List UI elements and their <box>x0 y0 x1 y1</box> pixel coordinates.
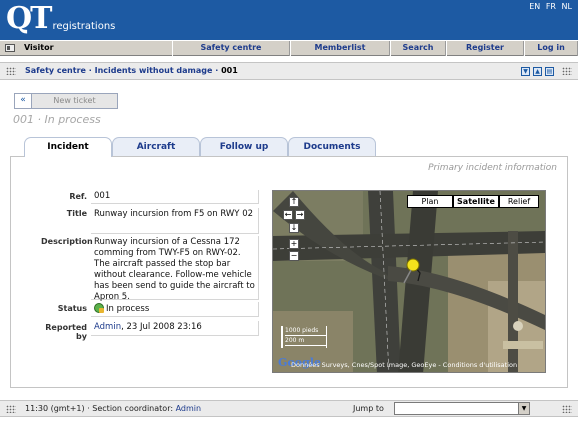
footer-separator: · <box>87 404 90 413</box>
title-value: Runway incursion from F5 on RWY 02 <box>91 208 259 234</box>
jump-to-label: Jump to <box>353 404 384 413</box>
status-text: In process <box>106 304 150 314</box>
zoom-out-icon[interactable]: − <box>289 251 299 261</box>
user-card-icon <box>5 44 15 52</box>
lang-fr[interactable]: FR <box>546 2 556 11</box>
map-mode-satellite[interactable]: Satellite <box>453 195 499 208</box>
panel-heading: Primary incident information <box>428 163 557 173</box>
breadcrumb-current: 001 <box>221 66 238 75</box>
footer-info: 11:30 (gmt+1) · Section coordinator: Adm… <box>25 404 201 413</box>
nav-safety-centre[interactable]: Safety centre <box>172 41 290 56</box>
pan-up-icon[interactable]: ↑ <box>289 197 299 207</box>
back-button[interactable]: « <box>15 94 32 108</box>
nav-login[interactable]: Log in <box>524 41 578 56</box>
move-up-icon[interactable]: ▲ <box>533 67 542 76</box>
tab-documents[interactable]: Documents <box>288 137 376 156</box>
reported-by-label: Reported by <box>45 323 87 341</box>
nav-memberlist[interactable]: Memberlist <box>290 41 390 56</box>
breadcrumb-separator: · <box>88 66 92 75</box>
move-down-icon[interactable]: ▼ <box>521 67 530 76</box>
print-icon[interactable]: ▤ <box>545 67 554 76</box>
tab-follow-up[interactable]: Follow up <box>200 137 288 156</box>
tab-incident[interactable]: Incident <box>24 137 112 157</box>
new-ticket-control: « New ticket <box>14 93 118 109</box>
map-scale: 1000 pieds 200 m <box>281 326 327 348</box>
jump-to-select[interactable]: ▼ <box>394 402 530 415</box>
scale-feet: 1000 pieds <box>285 327 319 334</box>
main-nav: Visitor Safety centre Memberlist Search … <box>0 40 578 56</box>
status-in-process-icon <box>94 303 104 313</box>
nav-register[interactable]: Register <box>446 41 524 56</box>
breadcrumb-incidents[interactable]: Incidents without damage <box>95 66 213 75</box>
reporter-link[interactable]: Admin <box>94 322 121 332</box>
breadcrumb-safety-centre[interactable]: Safety centre <box>25 66 86 75</box>
description-label: Description <box>41 237 93 246</box>
description-value: Runway incursion of a Cessna 172 comming… <box>91 236 259 302</box>
visitor-indicator: Visitor <box>0 41 172 56</box>
server-time: 11:30 (gmt+1) <box>25 404 85 413</box>
visitor-label: Visitor <box>24 43 54 52</box>
site-logo[interactable]: QT registrations <box>6 2 115 36</box>
logo-text: registrations <box>52 21 116 32</box>
incident-panel: Primary incident information Ref. 001 Ti… <box>10 156 568 388</box>
reported-date: , 23 Jul 2008 23:16 <box>121 322 202 332</box>
page-actions: ▼ ▲ ▤ <box>518 66 554 76</box>
language-switcher: EN FR NL <box>526 2 572 11</box>
pan-left-icon[interactable]: ← <box>283 210 293 220</box>
drag-grip-icon <box>6 67 16 75</box>
site-header: QT registrations EN FR NL <box>0 0 578 40</box>
map-mode-plan[interactable]: Plan <box>407 195 453 208</box>
status-label: Status <box>57 304 87 313</box>
drag-grip-icon <box>562 67 572 75</box>
lang-en[interactable]: EN <box>529 2 540 11</box>
drag-grip-icon <box>562 405 572 413</box>
nav-search[interactable]: Search <box>390 41 446 56</box>
chevron-down-icon[interactable]: ▼ <box>518 403 529 414</box>
title-label: Title <box>66 209 87 218</box>
reported-by-value: Admin, 23 Jul 2008 23:16 <box>91 321 259 336</box>
scale-meters: 200 m <box>285 335 326 346</box>
lang-nl[interactable]: NL <box>562 2 572 11</box>
coordinator-label: Section coordinator: <box>92 404 174 413</box>
new-ticket-button[interactable]: New ticket <box>32 94 117 108</box>
breadcrumb-separator: · <box>215 66 219 75</box>
map-mode-relief[interactable]: Relief <box>499 195 539 208</box>
map-copyright: Données Surveys, Cnes/Spot Image, GeoEye… <box>291 361 518 369</box>
logo-mark: QT <box>6 1 52 36</box>
breadcrumb-bar: Safety centre · Incidents without damage… <box>0 62 578 80</box>
status-footer: 11:30 (gmt+1) · Section coordinator: Adm… <box>0 400 578 417</box>
pan-right-icon[interactable]: → <box>295 210 305 220</box>
ref-label: Ref. <box>69 192 87 201</box>
ref-value: 001 <box>91 190 259 204</box>
breadcrumb: Safety centre · Incidents without damage… <box>25 66 238 75</box>
incident-map[interactable]: Plan Satellite Relief ↑ ← → ↓ + − 1000 p… <box>272 190 546 373</box>
coordinator-link[interactable]: Admin <box>176 404 202 413</box>
drag-grip-icon <box>6 405 16 413</box>
tab-aircraft[interactable]: Aircraft <box>112 137 200 156</box>
zoom-in-icon[interactable]: + <box>289 239 299 249</box>
pan-down-icon[interactable]: ↓ <box>289 223 299 233</box>
status-value: In process <box>91 302 259 317</box>
ticket-title: 001 · In process <box>13 113 101 126</box>
